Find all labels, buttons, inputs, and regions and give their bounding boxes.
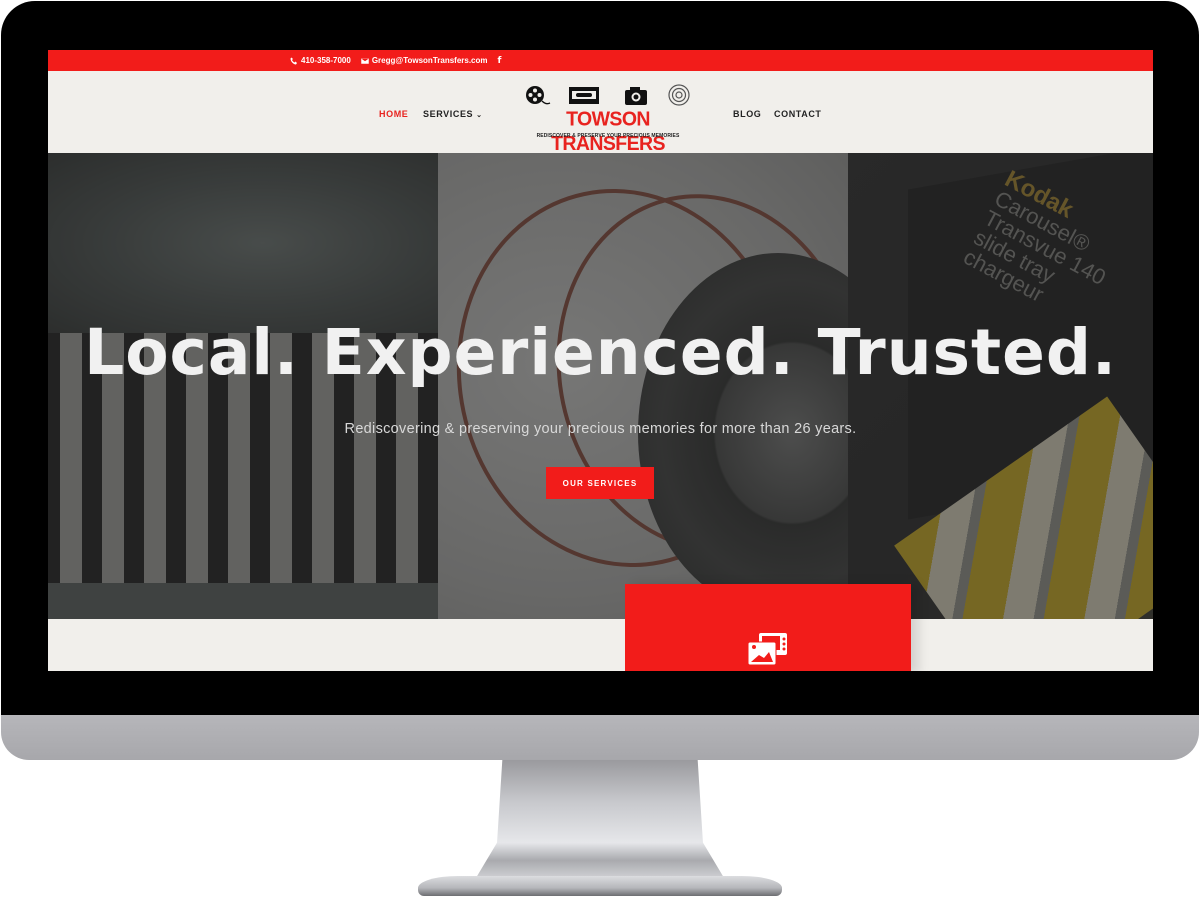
phone-icon — [290, 57, 297, 64]
monitor-stand — [475, 760, 725, 878]
chevron-down-icon: ⌄ — [476, 112, 483, 119]
phone-link[interactable]: 410-358-7000 — [290, 56, 351, 65]
cassette-icon — [569, 87, 599, 104]
nav-services[interactable]: SERVICES ⌄ — [423, 109, 483, 119]
logo-icons — [526, 84, 690, 106]
camera-icon — [625, 87, 647, 105]
website-screen: 410-358-7000 Gregg@TowsonTransfers.com f… — [48, 50, 1153, 671]
phone-number: 410-358-7000 — [301, 56, 351, 65]
envelope-icon — [360, 57, 369, 64]
nav-services-label: SERVICES — [423, 109, 474, 119]
film-reel-icon — [526, 86, 551, 105]
disc-icon — [668, 84, 690, 106]
facebook-link[interactable]: f — [498, 56, 502, 66]
our-services-button[interactable]: OUR SERVICES — [546, 467, 654, 499]
monitor-stand-base — [418, 876, 782, 896]
service-card[interactable] — [625, 584, 911, 671]
site-header: HOME SERVICES ⌄ TOWSON TRANSFERS REDISCO… — [48, 71, 1153, 155]
nav-home[interactable]: HOME — [379, 109, 408, 119]
monitor-chin — [1, 715, 1199, 760]
top-contact-bar: 410-358-7000 Gregg@TowsonTransfers.com f — [48, 50, 1153, 71]
nav-contact[interactable]: CONTACT — [774, 109, 822, 119]
email-address: Gregg@TowsonTransfers.com — [371, 56, 488, 65]
photo-film-icon — [747, 633, 787, 666]
email-link[interactable]: Gregg@TowsonTransfers.com — [360, 56, 488, 65]
logo-title: TOWSON TRANSFERS — [551, 107, 665, 156]
nav-blog[interactable]: BLOG — [733, 109, 761, 119]
logo-tagline: REDISCOVER & PRESERVE YOUR PRECIOUS MEMO… — [536, 133, 680, 139]
content-section — [48, 619, 1153, 671]
hero-title: Local. Experienced. Trusted. — [84, 316, 1117, 389]
hero-section: Kodak Carousel® Transvue 140 slide tray … — [48, 153, 1153, 619]
facebook-icon: f — [497, 55, 502, 66]
site-logo[interactable]: TOWSON TRANSFERS REDISCOVER & PRESERVE Y… — [508, 83, 708, 155]
hero-subtitle: Rediscovering & preserving your precious… — [344, 421, 857, 437]
